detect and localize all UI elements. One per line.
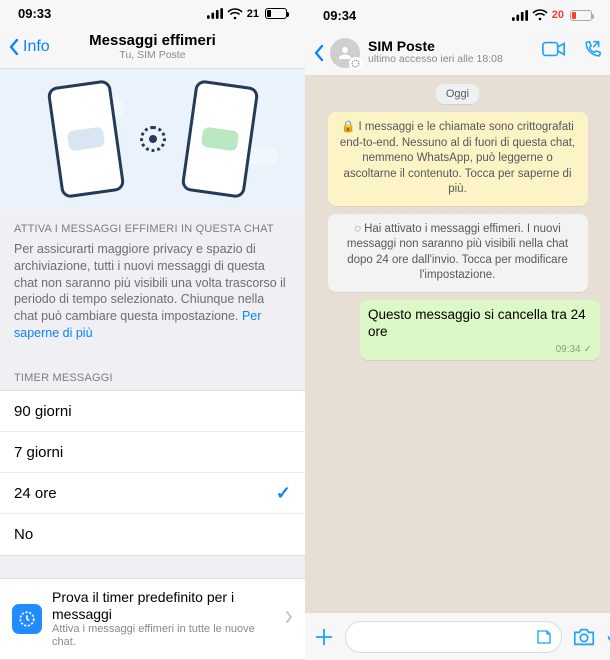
- message-text: Questo messaggio si cancella tra 24 ore: [368, 306, 592, 341]
- chevron-left-icon: [313, 44, 324, 62]
- date-pill: Oggi: [436, 84, 479, 104]
- option-label: 90 giorni: [14, 403, 72, 420]
- disappearing-badge-icon: [349, 57, 362, 70]
- status-bar: 09:33 21: [0, 0, 305, 27]
- timer-option[interactable]: 7 giorni: [0, 432, 305, 473]
- default-timer-promo[interactable]: Prova il timer predefinito per i messagg…: [0, 578, 305, 660]
- section-header: ATTIVA I MESSAGGI EFFIMERI IN QUESTA CHA…: [0, 209, 305, 241]
- checkmark-icon: ✓: [276, 483, 291, 504]
- clock: 09:34: [323, 8, 356, 23]
- signal-icon: [207, 8, 223, 19]
- battery-pct: 21: [247, 8, 259, 20]
- promo-title: Prova il timer predefinito per i messagg…: [52, 589, 275, 623]
- clock: 09:33: [18, 6, 51, 21]
- section-header: TIMER MESSAGGI: [0, 358, 305, 390]
- option-label: 24 ore: [14, 485, 57, 502]
- sent-check-icon: ✓: [584, 343, 592, 356]
- promo-subtitle: Attiva i messaggi effimeri in tutte le n…: [52, 623, 275, 649]
- battery-pct: 20: [552, 9, 564, 21]
- timer-option[interactable]: 24 ore ✓: [0, 473, 305, 514]
- back-button[interactable]: Info: [8, 38, 50, 56]
- status-right: 20: [512, 9, 592, 21]
- disappearing-notice[interactable]: ◌Hai attivato i messaggi effimeri. I nuo…: [328, 214, 588, 292]
- signal-icon: [512, 10, 528, 21]
- timer-options-list: 90 giorni 7 giorni 24 ore ✓ No: [0, 390, 305, 556]
- chat-title: SIM Poste: [368, 39, 503, 54]
- option-label: 7 giorni: [14, 444, 63, 461]
- message-input[interactable]: [354, 629, 535, 645]
- chevron-left-icon: [8, 38, 19, 56]
- chat-subtitle: ultimo accesso ieri alle 18:08: [368, 54, 503, 66]
- lock-icon: 🔒: [341, 121, 355, 133]
- status-bar: 09:34 20: [305, 0, 610, 30]
- back-button[interactable]: [313, 44, 324, 62]
- attach-button[interactable]: [313, 626, 335, 648]
- timer-icon: [12, 604, 42, 634]
- chat-screen: 09:34 20 SIM Poste ultimo accesso ieri a…: [305, 0, 610, 660]
- message-field[interactable]: [345, 621, 562, 653]
- mic-button[interactable]: [606, 626, 610, 648]
- timer-icon: [140, 126, 166, 152]
- timer-option[interactable]: 90 giorni: [0, 391, 305, 432]
- outgoing-message[interactable]: Questo messaggio si cancella tra 24 ore …: [360, 300, 600, 360]
- sticker-button[interactable]: [535, 628, 553, 646]
- promo-text: Prova il timer predefinito per i messagg…: [52, 589, 275, 649]
- chat-title-wrap[interactable]: SIM Poste ultimo accesso ieri alle 18:08: [368, 39, 503, 66]
- wifi-icon: [532, 9, 548, 21]
- encryption-notice[interactable]: 🔒I messaggi e le chiamate sono crittogra…: [328, 112, 588, 206]
- option-label: No: [14, 526, 33, 543]
- page-subtitle: Tu, SIM Poste: [89, 50, 216, 62]
- section-description: Per assicurarti maggiore privacy e spazi…: [0, 241, 305, 358]
- battery-icon: [570, 10, 592, 21]
- voice-call-button[interactable]: [582, 40, 602, 65]
- avatar[interactable]: [330, 38, 360, 68]
- back-label: Info: [23, 38, 50, 56]
- status-right: 21: [207, 8, 287, 20]
- timer-icon: ◌: [354, 223, 361, 235]
- wifi-icon: [227, 8, 243, 20]
- page-title: Messaggi effimeri: [89, 33, 216, 50]
- illustration: [0, 69, 305, 209]
- battery-icon: [265, 8, 287, 19]
- video-call-button[interactable]: [542, 40, 566, 65]
- nav-title-wrap: Messaggi effimeri Tu, SIM Poste: [89, 33, 216, 61]
- nav-bar: Info Messaggi effimeri Tu, SIM Poste: [0, 27, 305, 69]
- message-time: 09:34: [556, 343, 581, 356]
- chat-nav-bar: SIM Poste ultimo accesso ieri alle 18:08: [305, 30, 610, 76]
- camera-button[interactable]: [572, 627, 596, 647]
- input-bar: [305, 612, 610, 660]
- timer-option[interactable]: No: [0, 514, 305, 555]
- phone-illustration: [180, 79, 259, 199]
- chevron-right-icon: [285, 610, 293, 629]
- settings-screen: 09:33 21 Info Messaggi effimeri Tu, SIM …: [0, 0, 305, 660]
- chat-body[interactable]: Oggi 🔒I messaggi e le chiamate sono crit…: [305, 76, 610, 612]
